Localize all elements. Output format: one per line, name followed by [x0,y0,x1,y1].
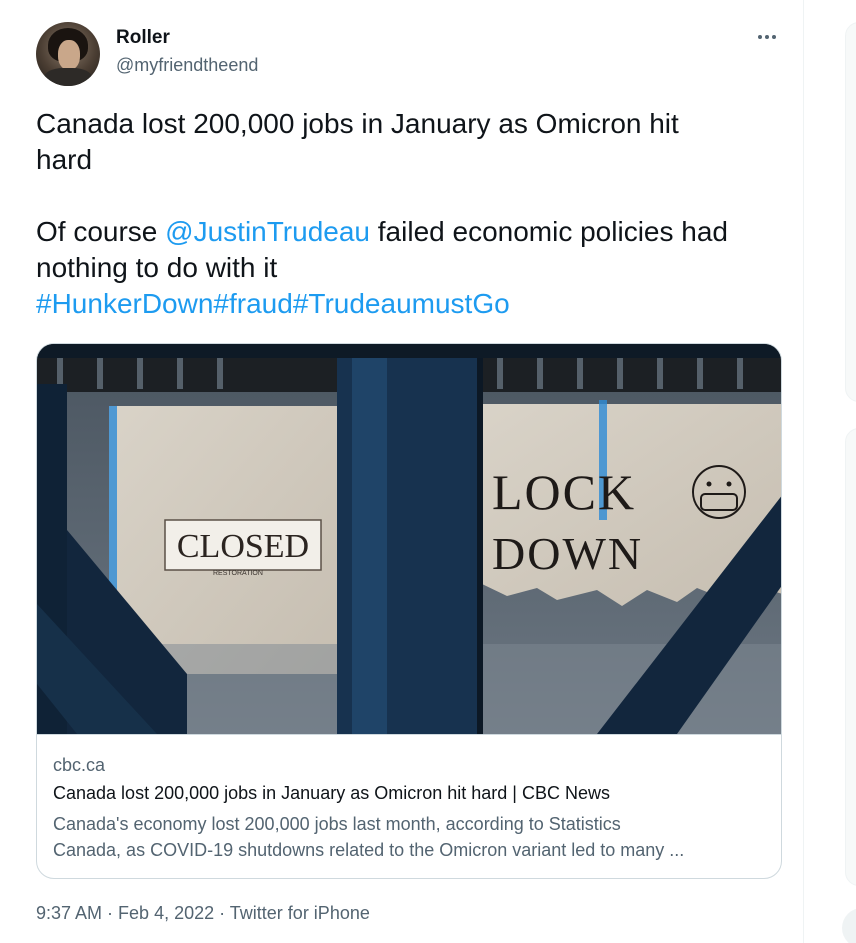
right-sidebar [804,0,856,943]
tweet-timestamp: 9:37 AM · Feb 4, 2022 · Twitter for iPho… [36,903,370,923]
card-meta[interactable]: cbc.ca Canada lost 200,000 jobs in Janua… [37,734,781,878]
tweet-line: hard [36,144,93,175]
hashtag-line: #HunkerDown#fraud#TrudeaumustGo [36,286,796,322]
sidebar-card [845,22,856,402]
tweet-detail: Roller @myfriendtheend Canada lost 200,0… [0,0,804,943]
hashtag-link[interactable]: #HunkerDown [36,288,213,319]
author-handle[interactable]: @myfriendtheend [116,55,258,76]
lock-sign-text: LOCK [492,464,636,520]
down-sign-text: DOWN [492,528,643,579]
tweet-text: Canada lost 200,000 jobs in January as O… [36,106,796,322]
card-domain: cbc.ca [53,755,106,775]
hashtag-link[interactable]: #TrudeaumustGo [293,288,510,319]
sidebar-avatar [842,908,856,943]
tweet-line: Of course @JustinTrudeau failed economic… [36,216,728,247]
hashtag-link[interactable]: #fraud [213,288,292,319]
sidebar-card [845,428,856,886]
more-options-button[interactable] [754,24,780,50]
tweet-date[interactable]: Feb 4, 2022 [118,903,214,923]
link-preview-card[interactable]: CLOSED RESTORATION LOCK DOWN cbc.ca Cana… [36,343,782,879]
avatar[interactable] [36,22,100,86]
tweet-line: nothing to do with it [36,252,278,283]
mention-link[interactable]: @JustinTrudeau [165,216,370,247]
author-name[interactable]: Roller [116,27,170,49]
card-title: Canada lost 200,000 jobs in January as O… [53,783,610,803]
tweet-time[interactable]: 9:37 AM [36,903,102,923]
tweet-header: Roller @myfriendtheend [36,22,784,86]
more-horizontal-icon [758,35,762,39]
tweet-line: Canada lost 200,000 jobs in January as O… [36,108,679,139]
card-description: Canada's economy lost 200,000 jobs last … [53,814,685,860]
closed-sign-text: CLOSED [177,528,309,565]
tweet-source[interactable]: Twitter for iPhone [230,903,370,923]
closed-sign-small-text: RESTORATION [213,570,263,577]
card-image[interactable]: CLOSED RESTORATION LOCK DOWN [37,344,781,734]
